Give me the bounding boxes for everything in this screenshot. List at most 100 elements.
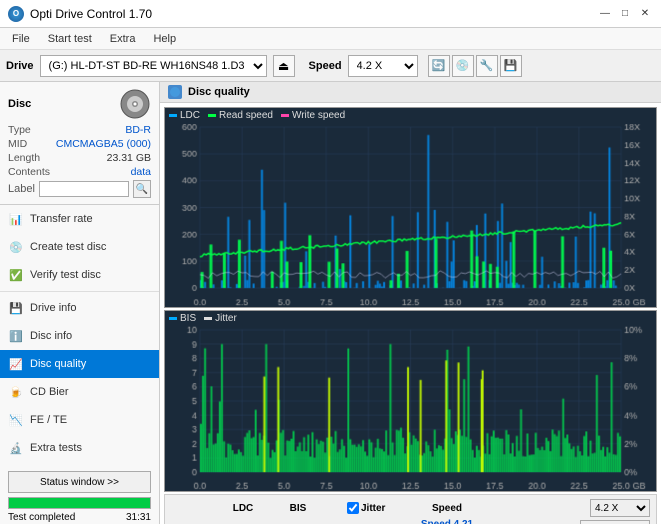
disc-header: Disc xyxy=(8,88,151,120)
stats-avg-row: Avg 5.97 0.10 -0.1% Speed 4.21 X Start f… xyxy=(171,519,650,524)
speed-val: Speed 4.21 X xyxy=(417,519,477,524)
status-text-row: Test completed 31:31 xyxy=(0,511,159,524)
chart1-canvas xyxy=(165,108,656,307)
refresh-button[interactable]: 🔄 xyxy=(428,55,450,77)
start-full-btn-container: Start full xyxy=(477,520,650,524)
title-bar: O Opti Drive Control 1.70 — □ ✕ xyxy=(0,0,661,28)
menu-start-test[interactable]: Start test xyxy=(40,31,100,47)
drive-select[interactable]: (G:) HL-DT-ST BD-RE WH16NS48 1.D3 xyxy=(40,55,267,77)
maximize-button[interactable]: □ xyxy=(617,6,633,22)
disc-contents-label: Contents xyxy=(8,166,50,178)
drive-label: Drive xyxy=(6,60,34,72)
drive-eject-button[interactable]: ⏏ xyxy=(273,55,295,77)
window-controls: — □ ✕ xyxy=(597,6,653,22)
legend-ldc: LDC xyxy=(169,110,200,121)
jitter-header-label: Jitter xyxy=(361,503,385,514)
nav-cd-bier-label: CD Bier xyxy=(30,386,69,398)
nav-verify-test-disc-label: Verify test disc xyxy=(30,269,101,281)
minimize-button[interactable]: — xyxy=(597,6,613,22)
chart1-legend: LDC Read speed Write speed xyxy=(169,110,345,121)
content-header: Disc quality xyxy=(160,82,661,103)
menu-file[interactable]: File xyxy=(4,31,38,47)
speed-label-stats: Speed xyxy=(421,519,451,524)
close-button[interactable]: ✕ xyxy=(637,6,653,22)
nav-disc-info[interactable]: ℹ️ Disc info xyxy=(0,322,159,350)
nav-drive-info[interactable]: 💾 Drive info xyxy=(0,294,159,322)
nav-transfer-rate-label: Transfer rate xyxy=(30,213,93,225)
menu-extra[interactable]: Extra xyxy=(102,31,144,47)
disc-quality-icon: 📈 xyxy=(8,356,24,372)
disc-panel: Disc Type BD-R MID CMCMAGBA5 (000) Lengt… xyxy=(0,82,159,205)
disc-length-row: Length 23.31 GB xyxy=(8,152,151,164)
disc-contents-row: Contents data xyxy=(8,166,151,178)
jitter-label: Jitter xyxy=(215,313,237,324)
jitter-checkbox[interactable] xyxy=(347,502,359,514)
nav-create-test-disc-label: Create test disc xyxy=(30,241,106,253)
progress-bar-background xyxy=(8,497,151,509)
progress-bar-container xyxy=(8,497,151,509)
status-time: 31:31 xyxy=(126,512,151,523)
nav-cd-bier[interactable]: 🍺 CD Bier xyxy=(0,378,159,406)
ldc-label: LDC xyxy=(180,110,200,121)
legend-read-speed: Read speed xyxy=(208,110,273,121)
disc-type-label: Type xyxy=(8,124,31,136)
nav-drive-info-label: Drive info xyxy=(30,302,76,314)
read-speed-label: Read speed xyxy=(219,110,273,121)
app-title: Opti Drive Control 1.70 xyxy=(30,7,152,21)
read-speed-color xyxy=(208,114,216,117)
legend-bis: BIS xyxy=(169,313,196,324)
disc-length-label: Length xyxy=(8,152,40,164)
disc-mid-value: CMCMAGBA5 (000) xyxy=(56,138,151,150)
content-area: Disc quality LDC Read speed xyxy=(160,82,661,524)
status-section: Status window >> Test completed 31:31 xyxy=(0,467,159,524)
disc-label-input[interactable] xyxy=(39,181,129,197)
stats-bar: LDC BIS Jitter Speed 4.2 X xyxy=(164,494,657,524)
chart2-area: BIS Jitter xyxy=(164,310,657,493)
bis-header: BIS xyxy=(273,503,323,514)
menu-help[interactable]: Help xyxy=(145,31,184,47)
disc-label-label: Label xyxy=(8,183,35,195)
app-logo: O xyxy=(8,6,24,22)
write-speed-label: Write speed xyxy=(292,110,345,121)
bis-color xyxy=(169,317,177,320)
bis-label: BIS xyxy=(180,313,196,324)
disc-length-value: 23.31 GB xyxy=(107,152,151,164)
speed-select[interactable]: 4.2 X xyxy=(348,55,418,77)
drive-info-icon: 💾 xyxy=(8,300,24,316)
disc-icon xyxy=(119,88,151,120)
nav-transfer-rate[interactable]: 📊 Transfer rate xyxy=(0,205,159,233)
disc-label-button[interactable]: 🔍 xyxy=(133,180,151,198)
chart1-area: LDC Read speed Write speed xyxy=(164,107,657,308)
ldc-color xyxy=(169,114,177,117)
settings-button[interactable]: 🔧 xyxy=(476,55,498,77)
nav-create-test-disc[interactable]: 💿 Create test disc xyxy=(0,233,159,261)
save-button[interactable]: 💾 xyxy=(500,55,522,77)
nav-verify-test-disc[interactable]: ✅ Verify test disc xyxy=(0,261,159,289)
title-bar-left: O Opti Drive Control 1.70 xyxy=(8,6,152,22)
start-full-button[interactable]: Start full xyxy=(580,520,650,524)
nav-disc-quality[interactable]: 📈 Disc quality xyxy=(0,350,159,378)
disc-button[interactable]: 💿 xyxy=(452,55,474,77)
disc-mid-label: MID xyxy=(8,138,27,150)
disc-type-value: BD-R xyxy=(125,124,151,136)
content-title: Disc quality xyxy=(188,86,250,98)
nav-fe-te[interactable]: 📉 FE / TE xyxy=(0,406,159,434)
main-layout: Disc Type BD-R MID CMCMAGBA5 (000) Lengt… xyxy=(0,82,661,524)
speed-select-stats[interactable]: 4.2 X xyxy=(590,499,650,517)
disc-mid-row: MID CMCMAGBA5 (000) xyxy=(8,138,151,150)
status-window-button[interactable]: Status window >> xyxy=(8,471,151,493)
nav-extra-tests[interactable]: 🔬 Extra tests xyxy=(0,434,159,462)
drive-bar: Drive (G:) HL-DT-ST BD-RE WH16NS48 1.D3 … xyxy=(0,50,661,82)
jitter-color xyxy=(204,317,212,320)
jitter-header: Jitter xyxy=(347,502,417,514)
disc-contents-value: data xyxy=(131,166,151,178)
fe-te-icon: 📉 xyxy=(8,412,24,428)
speed-label: Speed xyxy=(309,60,342,72)
ldc-header: LDC xyxy=(213,503,273,514)
disc-label-row: Label 🔍 xyxy=(8,180,151,198)
disc-type-row: Type BD-R xyxy=(8,124,151,136)
speed-stats-header: Speed xyxy=(417,503,477,514)
extra-tests-icon: 🔬 xyxy=(8,440,24,456)
cd-bier-icon: 🍺 xyxy=(8,384,24,400)
legend-write-speed: Write speed xyxy=(281,110,345,121)
